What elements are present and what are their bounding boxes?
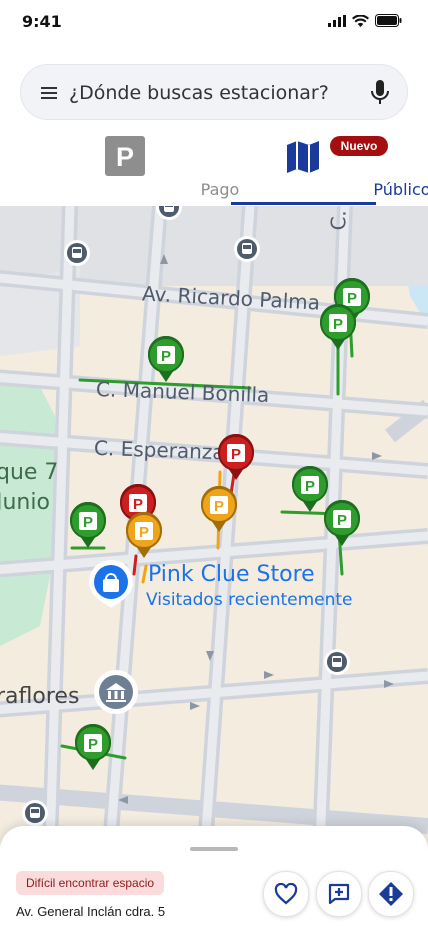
add-comment-icon <box>328 883 350 905</box>
add-comment-button[interactable] <box>316 871 362 917</box>
svg-text:P: P <box>88 736 98 753</box>
battery-icon <box>375 14 402 27</box>
sheet-drag-handle[interactable] <box>190 847 238 851</box>
status-icons <box>328 14 402 27</box>
status-bar: 9:41 <box>0 0 428 44</box>
parking-pin-available[interactable]: P <box>73 724 113 772</box>
signal-icon <box>328 14 346 27</box>
address-text: Av. General Inclán cdra. 5 <box>16 904 166 919</box>
tab-selected-indicator <box>231 202 376 205</box>
svg-text:P: P <box>333 316 343 333</box>
map-icon <box>287 141 319 173</box>
bottom-sheet[interactable]: Difícil encontrar espacio Av. General In… <box>0 826 428 926</box>
menu-icon[interactable] <box>39 83 59 103</box>
status-time: 9:41 <box>22 12 62 31</box>
map-view[interactable]: Av. Ricardo Palma C. Manuel Bonilla C. E… <box>0 206 428 846</box>
parking-pin-medium[interactable]: P <box>199 486 239 534</box>
parking-pin-medium[interactable]: P <box>124 512 164 560</box>
parking-pin-available[interactable]: P <box>68 502 108 550</box>
museum-icon[interactable] <box>94 670 138 714</box>
tab-publico-label: Público <box>373 180 428 199</box>
parking-pin-difficult[interactable]: P <box>216 434 256 482</box>
parking-pin-available[interactable]: P <box>322 500 362 548</box>
svg-text:P: P <box>116 142 134 172</box>
app-header: ¿Dónde buscas estacionar? P Pago Público <box>0 44 428 206</box>
wifi-icon <box>352 14 369 27</box>
parking-pin-available[interactable]: P <box>146 336 186 384</box>
new-badge: Nuevo <box>330 136 388 156</box>
place-subtitle: Visitados recientemente <box>146 590 353 610</box>
heart-icon <box>274 883 298 905</box>
directions-icon <box>379 882 403 906</box>
svg-text:P: P <box>214 498 224 515</box>
street-label-al: C. Al <box>326 206 352 231</box>
area-label-parque: que 7 <box>0 460 59 485</box>
svg-text:P: P <box>133 496 143 513</box>
directions-button[interactable] <box>368 871 414 917</box>
parking-pin-available[interactable]: P <box>318 304 358 352</box>
tab-pago[interactable]: P Pago <box>30 134 239 206</box>
svg-text:P: P <box>83 514 93 531</box>
svg-text:P: P <box>305 478 315 495</box>
microphone-icon[interactable] <box>369 79 391 107</box>
parking-p-icon: P <box>105 136 145 176</box>
svg-text:P: P <box>337 512 347 529</box>
svg-text:P: P <box>231 446 241 463</box>
svg-text:P: P <box>161 348 171 365</box>
area-label-junio: Junio <box>0 490 50 515</box>
favorite-button[interactable] <box>263 871 309 917</box>
place-name[interactable]: Pink Clue Store <box>148 562 315 587</box>
svg-text:P: P <box>139 524 149 541</box>
street-label-esperanza: C. Esperanza <box>93 435 226 465</box>
availability-status-chip: Difícil encontrar espacio <box>16 871 165 895</box>
search-input[interactable]: ¿Dónde buscas estacionar? <box>69 82 329 104</box>
search-bar[interactable]: ¿Dónde buscas estacionar? <box>20 64 408 120</box>
area-label-miraflores: raflores <box>0 684 80 709</box>
